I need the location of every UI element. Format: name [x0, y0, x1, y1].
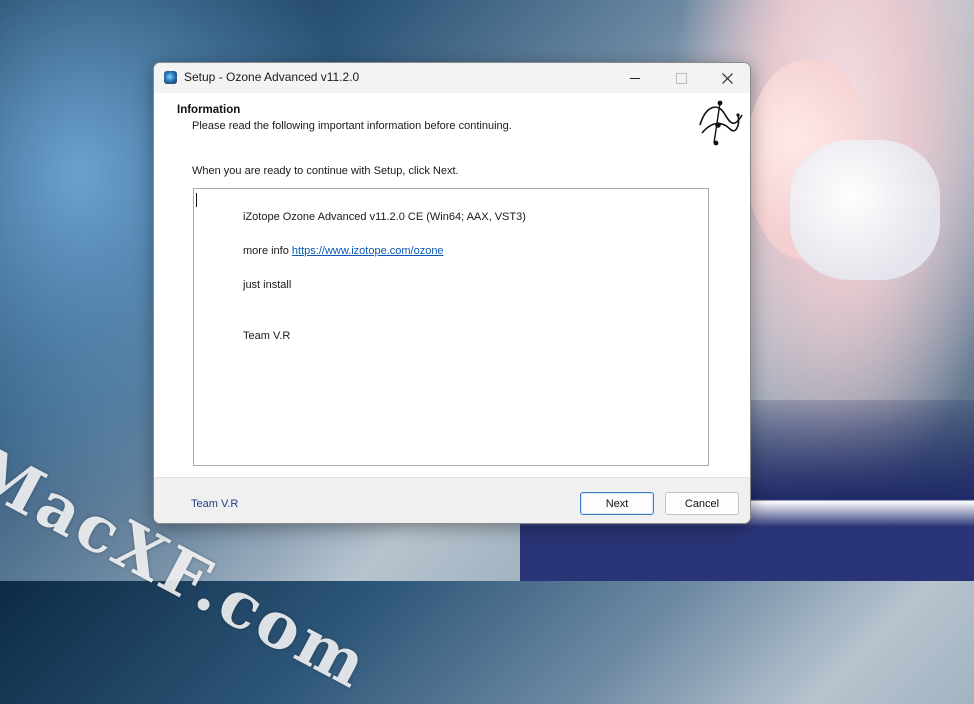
- wizard-header: Information Please read the following im…: [154, 93, 750, 153]
- wallpaper-glove: [790, 140, 940, 280]
- footer-brand: Team V.R: [191, 498, 239, 510]
- product-line: iZotope Ozone Advanced v11.2.0 CE (Win64…: [243, 211, 526, 223]
- more-info-link[interactable]: https://www.izotope.com/ozone: [292, 245, 444, 257]
- maximize-icon: [675, 72, 687, 84]
- more-info-label: more info: [243, 245, 289, 257]
- page-subtitle: Please read the following important info…: [192, 120, 512, 132]
- window-title: Setup - Ozone Advanced v11.2.0: [184, 70, 360, 84]
- text-caret: [196, 193, 197, 207]
- next-button[interactable]: Next: [580, 492, 654, 515]
- setup-window: Setup - Ozone Advanced v11.2.0 Informati…: [153, 62, 751, 524]
- more-info-line: more info https://www.izotope.com/ozone: [243, 245, 444, 257]
- install-note: just install: [243, 279, 292, 291]
- minimize-icon: [630, 77, 640, 79]
- wizard-footer: Team V.R Next Cancel: [154, 478, 750, 523]
- cancel-button[interactable]: Cancel: [665, 492, 739, 515]
- team-credit: Team V.R: [243, 330, 291, 342]
- maximize-button[interactable]: [658, 63, 704, 93]
- installer-app-icon: [164, 71, 177, 84]
- title-bar[interactable]: Setup - Ozone Advanced v11.2.0: [154, 63, 750, 93]
- close-icon: [721, 72, 733, 84]
- minimize-button[interactable]: [612, 63, 658, 93]
- page-title: Information: [177, 104, 241, 116]
- information-memo[interactable]: iZotope Ozone Advanced v11.2.0 CE (Win64…: [193, 188, 709, 523]
- intro-text: When you are ready to continue with Setu…: [192, 165, 459, 177]
- close-button[interactable]: [704, 63, 750, 93]
- izotope-logo-icon: [699, 100, 743, 146]
